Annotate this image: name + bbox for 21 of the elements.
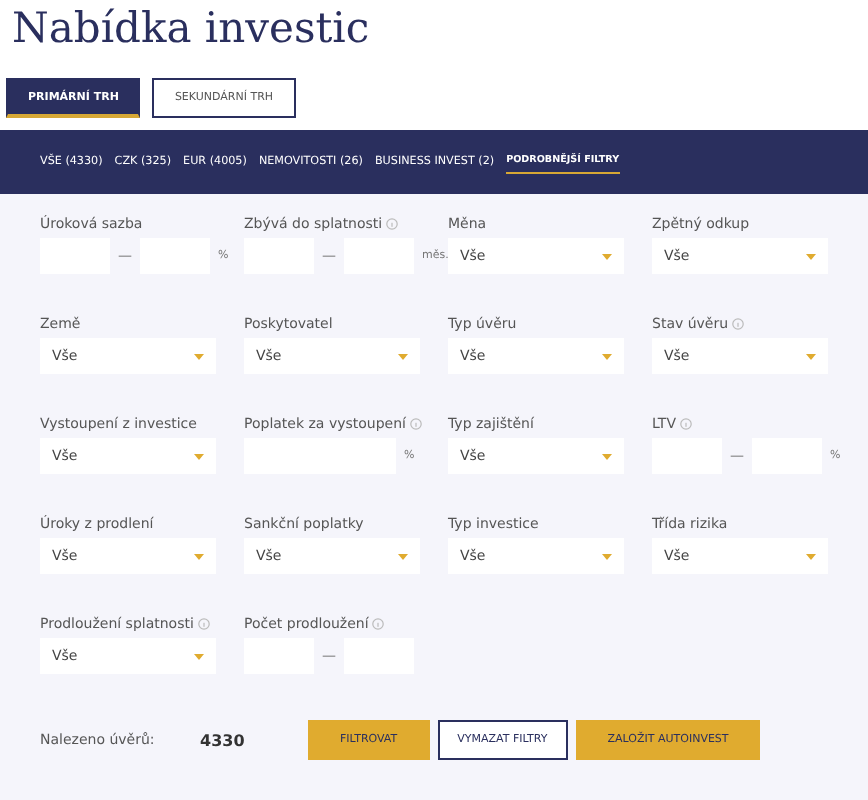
caret-icon [602,353,612,359]
info-icon[interactable] [386,217,399,229]
caret-icon [806,553,816,559]
info-icon[interactable] [409,417,422,429]
caret-icon [194,653,204,659]
caret-icon [194,553,204,559]
caret-icon [806,353,816,359]
caret-icon [602,453,612,459]
info-icon[interactable] [732,317,745,329]
info-icon[interactable] [372,617,385,629]
caret-icon [806,253,816,259]
caret-icon [398,353,408,359]
caret-icon [602,253,612,259]
info-icon[interactable] [197,617,210,629]
page-title: Nabídka investic [10,2,372,56]
caret-icon [194,353,204,359]
found-count: 4330 [200,731,247,749]
info-icon[interactable] [680,417,693,429]
caret-icon [602,553,612,559]
caret-icon [194,453,204,459]
caret-icon [398,553,408,559]
